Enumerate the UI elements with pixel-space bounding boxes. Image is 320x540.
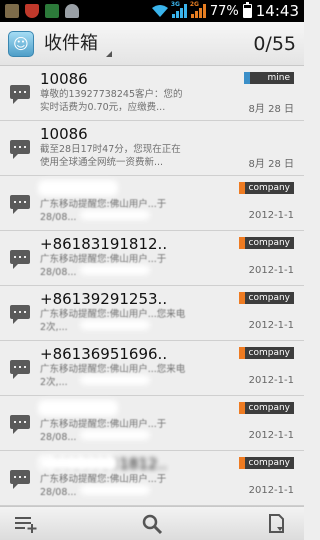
folder-menu-icon [269, 514, 284, 533]
clock: 14:43 [255, 2, 299, 20]
message-icon [10, 195, 30, 214]
message-icon [10, 140, 30, 159]
message-icon [10, 250, 30, 269]
status-bar: 3G 2G 77% 14:43 [0, 0, 304, 22]
contact-tag: company [238, 237, 294, 249]
contact-tag: company [238, 402, 294, 414]
tag-label: company [248, 403, 290, 413]
tag-color-marker [238, 292, 245, 304]
message-row[interactable]: +86136951696.. 广东移动提醒您:佛山用户...您来电2次,... 20… [0, 341, 304, 396]
message-date: 8月 28 日 [248, 104, 294, 115]
tag-color-marker [238, 402, 245, 414]
tag-label: company [248, 458, 290, 468]
message-count: 0/55 [253, 32, 296, 55]
message-date: 2012-1-1 [248, 210, 294, 221]
message-row[interactable]: 广东移动提醒您:佛山用户...于28/08... 2012-1-1 company [0, 396, 304, 451]
network-type-1: 3G [170, 1, 180, 8]
wifi-icon [151, 4, 168, 17]
preview-redaction [80, 320, 150, 330]
tag-label: company [248, 293, 290, 303]
preview-redaction [80, 210, 150, 220]
contact-tag: company [238, 457, 294, 469]
folder-menu-button[interactable] [262, 511, 292, 537]
message-preview: 截至28日17时47分，您现在正在使用全球通全网统一资费新... [40, 144, 181, 168]
message-row[interactable]: 10086 尊敬的13927738245客户：您的实时话费为0.70元，应缴费..… [0, 66, 304, 121]
preview-redaction [80, 485, 150, 495]
message-date: 2012-1-1 [248, 485, 294, 496]
contact-tag: company [238, 182, 294, 194]
tag-label: company [248, 238, 290, 248]
network-type-2: 2G [189, 1, 199, 8]
message-icon [10, 85, 30, 104]
message-sender: 10086 [40, 125, 88, 143]
battery-icon [242, 2, 252, 18]
preview-redaction [80, 265, 150, 275]
dropdown-corner-icon [106, 50, 112, 57]
message-icon [10, 305, 30, 324]
shield-notification-icon [25, 4, 39, 18]
preview-redaction [80, 375, 150, 385]
tag-color-marker [238, 457, 245, 469]
message-sender: +86136951696.. [40, 345, 168, 363]
message-date: 2012-1-1 [248, 430, 294, 441]
message-sender: 10086 [40, 70, 88, 88]
message-row[interactable]: +86133131812..广东移动提醒您:佛山用户...于28/08...20… [0, 451, 304, 506]
message-preview: 尊敬的13927738245客户：您的实时话费为0.70元，应缴费... [40, 89, 183, 113]
signal-3g-icon: 3G [170, 1, 187, 18]
sender-redaction [38, 400, 118, 416]
message-row[interactable]: +86139291253.. 广东移动提醒您:佛山用户...您来电2次,... 20… [0, 286, 304, 341]
tag-label: company [248, 183, 290, 193]
contact-tag: company [238, 292, 294, 304]
folder-selector[interactable]: 收件箱 [44, 30, 112, 58]
tag-color-marker [238, 182, 245, 194]
signal-2g-icon: 2G [189, 1, 206, 18]
tag-label: mine [267, 73, 290, 83]
app-notification-icon [5, 4, 19, 18]
contact-tag: company [238, 347, 294, 359]
preview-redaction [80, 430, 150, 440]
sender-redaction [38, 180, 118, 196]
message-date: 2012-1-1 [248, 265, 294, 276]
search-icon [142, 514, 163, 535]
message-icon [10, 360, 30, 379]
message-row[interactable]: +86183191812.. 广东移动提醒您:佛山用户...于28/08... 20… [0, 231, 304, 286]
screen: 3G 2G 77% 14:43 ☺ 收件箱 0/55 10086 尊敬的13927… [0, 0, 304, 540]
message-icon [10, 470, 30, 489]
message-date: 2012-1-1 [248, 320, 294, 331]
tag-color-marker [238, 347, 245, 359]
contact-tag: mine [244, 72, 294, 84]
folder-title: 收件箱 [44, 32, 98, 54]
message-date: 8月 28 日 [248, 159, 294, 170]
bottom-toolbar [0, 506, 304, 540]
store-notification-icon [45, 4, 59, 18]
action-bar: ☺ 收件箱 0/55 [0, 22, 304, 66]
tag-label: company [248, 348, 290, 358]
message-sender: +86139291253.. [40, 290, 168, 308]
messaging-app-icon[interactable]: ☺ [8, 30, 34, 57]
message-icon [10, 415, 30, 434]
message-date: 2012-1-1 [248, 375, 294, 386]
compose-button[interactable] [12, 511, 42, 537]
message-sender: +86183191812.. [40, 235, 168, 253]
sender-redaction [38, 455, 118, 471]
compose-icon [15, 517, 37, 533]
message-row[interactable]: 10086 截至28日17时47分，您现在正在使用全球通全网统一资费新... 8月 … [0, 121, 304, 176]
message-list[interactable]: 10086 尊敬的13927738245客户：您的实时话费为0.70元，应缴费..… [0, 66, 304, 506]
battery-percent: 77% [209, 3, 239, 19]
message-row[interactable]: 广东移动提醒您:佛山用户...于28/08... 2012-1-1 company [0, 176, 304, 231]
android-notification-icon [65, 4, 79, 18]
tag-color-marker [244, 72, 250, 84]
search-button[interactable] [137, 511, 167, 537]
tag-color-marker [238, 237, 245, 249]
